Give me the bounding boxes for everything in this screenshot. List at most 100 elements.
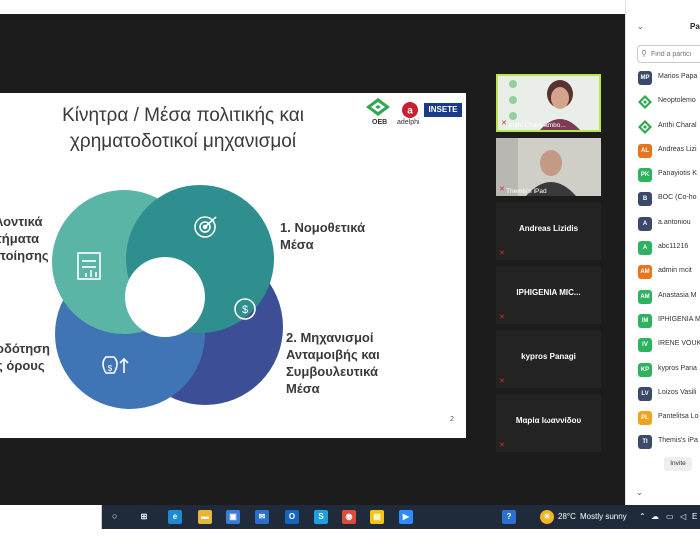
file-explorer-icon[interactable]: ▬ xyxy=(198,510,212,524)
participant-row[interactable]: MP Marios Papa xyxy=(626,66,700,90)
participant-name: Neoptolemo xyxy=(658,97,696,105)
participant-name: abc11216 xyxy=(658,243,689,251)
participant-row[interactable]: LV Loizos Vasili xyxy=(626,382,700,406)
language-icon[interactable]: Ε xyxy=(692,512,697,521)
mic-muted-icon: ✕ xyxy=(499,250,505,257)
avatar: B xyxy=(638,192,652,207)
avatar: AM xyxy=(638,289,652,304)
tile-name: Themis's iPad xyxy=(506,188,547,195)
participant-row[interactable]: Anthi Charal xyxy=(626,115,700,139)
label-reward-mechanisms: 2. Μηχανισμοί Ανταμοιβής και Συμβουλευτι… xyxy=(286,330,380,396)
start-search-icon[interactable]: ○ xyxy=(112,511,117,521)
outlook-icon[interactable]: O xyxy=(285,510,299,524)
participant-name: Pantelitsa Lo xyxy=(658,413,699,421)
weather-icon[interactable]: ☀ xyxy=(540,510,554,524)
mic-muted-icon: ✕ xyxy=(499,186,505,193)
video-tile-maria[interactable]: Μαρία Ιωαννίδου ✕ xyxy=(496,394,601,452)
avatar: LV xyxy=(638,386,652,401)
participant-row[interactable]: B BOC (Co-ho xyxy=(626,187,700,211)
participant-name: IPHIGENIA M xyxy=(658,315,700,323)
participant-row[interactable]: Neoptolemo xyxy=(626,90,700,114)
participant-list: MP Marios Papa Neoptolemo Anthi Charal AL And… xyxy=(626,66,700,455)
mic-muted-icon: ✕ xyxy=(499,442,505,449)
top-strip xyxy=(0,0,625,14)
participant-row[interactable]: TI Themis's iPa xyxy=(626,430,700,454)
store-icon[interactable]: ▣ xyxy=(226,510,240,524)
participant-name: Marios Papa xyxy=(658,73,698,80)
help-icon[interactable]: ? xyxy=(502,510,516,524)
svg-text:a: a xyxy=(407,106,413,117)
invite-button[interactable]: Invite xyxy=(664,457,692,471)
label-voluntary-schemes: λοντικά τήματα ποίησης xyxy=(0,214,49,263)
participants-panel: ⌄ Par ⚲ MP Marios Papa Neoptolemo Anthi Cha… xyxy=(625,0,700,505)
participant-name: Andreas Lizi xyxy=(658,145,697,153)
windows-taskbar: ○ ⊞ e ▬ ▣ ✉ O S ◉ ▤ ▶? ☀ 28°C Mostly sunny ⌃ ☁ ▭ … xyxy=(0,505,700,529)
participant-row[interactable]: PK Panayiotis K xyxy=(626,163,700,187)
participant-name: kypros Pana xyxy=(658,364,697,372)
zoom-icon[interactable]: ▶ xyxy=(399,510,413,524)
svg-text:$: $ xyxy=(108,364,113,373)
insete-logo: INSETE xyxy=(424,103,462,117)
avatar: A xyxy=(638,241,652,256)
adelphi-logo-text: adelphi xyxy=(397,119,420,126)
participant-row[interactable]: Aabc11216 xyxy=(626,236,700,260)
participant-name: BOC (Co-ho xyxy=(658,194,697,202)
search-input[interactable] xyxy=(651,48,700,60)
network-icon[interactable]: ▭ xyxy=(666,512,674,521)
panel-header: ⌄ Par xyxy=(626,18,700,38)
taskbar-search-box[interactable] xyxy=(0,505,102,529)
tile-name: Μαρία Ιωαννίδου xyxy=(515,416,582,425)
participant-name: Loizos Vasili xyxy=(658,388,697,396)
cloud-icon[interactable]: ☁ xyxy=(651,512,659,521)
avatar: MP xyxy=(638,71,652,85)
participant-name: admin mcit xyxy=(658,267,692,275)
video-tile-andreas[interactable]: Andreas Lizidis ✕ xyxy=(496,202,601,260)
video-tile-kypros[interactable]: kypros Panagi ✕ xyxy=(496,330,601,388)
slide-page-number: 2 xyxy=(450,416,454,423)
weather-temp: 28°C xyxy=(558,512,576,521)
volume-icon[interactable]: ◁ xyxy=(680,512,686,521)
chevron-down-icon[interactable]: ⌄ xyxy=(637,22,644,31)
chevron-down-icon[interactable]: ⌄ xyxy=(636,488,643,497)
avatar: IV xyxy=(638,338,652,353)
edge-icon[interactable]: e xyxy=(168,510,182,524)
tile-name: Andreas Lizidis xyxy=(518,224,579,233)
skype-icon[interactable]: S xyxy=(314,510,328,524)
svg-text:$: $ xyxy=(242,304,248,316)
mic-muted-icon: ✕ xyxy=(499,314,505,321)
participant-row[interactable]: Aa.antoniou xyxy=(626,212,700,236)
label-financing: οδότηση ς όρους xyxy=(0,341,50,373)
participant-name: Themis's iPa xyxy=(658,437,698,445)
participant-row[interactable]: PL Pantelitsa Lo xyxy=(626,406,700,430)
mail-icon[interactable]: ✉ xyxy=(255,510,269,524)
participant-row[interactable]: IM IPHIGENIA M xyxy=(626,309,700,333)
slide-title-line2: χρηματοδοτικοί μηχανισμοί xyxy=(69,131,297,152)
shared-slide: Κίνητρα / Μέσα πολιτικής και χρηματοδοτι… xyxy=(0,93,466,438)
participant-row[interactable]: AM Anastasia M xyxy=(626,285,700,309)
video-tile-speaker[interactable]: ✕ Anthi Chara ambo... xyxy=(496,74,601,132)
participant-row[interactable]: AM admin mcit xyxy=(626,260,700,284)
avatar: A xyxy=(638,216,652,231)
participant-search[interactable]: ⚲ xyxy=(637,45,700,63)
video-tile-iphigenia[interactable]: IPHIGENIA MIC... ✕ xyxy=(496,266,601,324)
participant-name: a.antoniou xyxy=(658,218,691,226)
sticky-notes-icon[interactable]: ▤ xyxy=(370,510,384,524)
participant-name: Panayiotis K xyxy=(658,170,697,178)
task-view-icon[interactable]: ⊞ xyxy=(137,510,151,524)
video-tile-ipad[interactable]: ✕ Themis's iPad xyxy=(496,138,601,196)
participant-row[interactable]: IV IRENE VOUK xyxy=(626,333,700,357)
oeb-logo-text: ΟΕΒ xyxy=(372,119,388,126)
mic-muted-icon: ✕ xyxy=(501,120,507,127)
avatar: TI xyxy=(638,435,652,450)
bottom-strip xyxy=(0,529,700,550)
chrome-icon[interactable]: ◉ xyxy=(342,510,356,524)
participant-row[interactable]: AL Andreas Lizi xyxy=(626,139,700,163)
mic-muted-icon: ✕ xyxy=(499,378,505,385)
zoom-meeting-area: Κίνητρα / Μέσα πολιτικής και χρηματοδοτι… xyxy=(0,14,625,505)
avatar: AL xyxy=(638,143,652,158)
tray-chevron-up-icon[interactable]: ⌃ xyxy=(639,512,646,521)
oeb-logo-avatar xyxy=(638,95,652,110)
oeb-logo: ΟΕΒ xyxy=(364,97,392,127)
avatar: PK xyxy=(638,168,652,183)
participant-row[interactable]: KP kypros Pana xyxy=(626,358,700,382)
